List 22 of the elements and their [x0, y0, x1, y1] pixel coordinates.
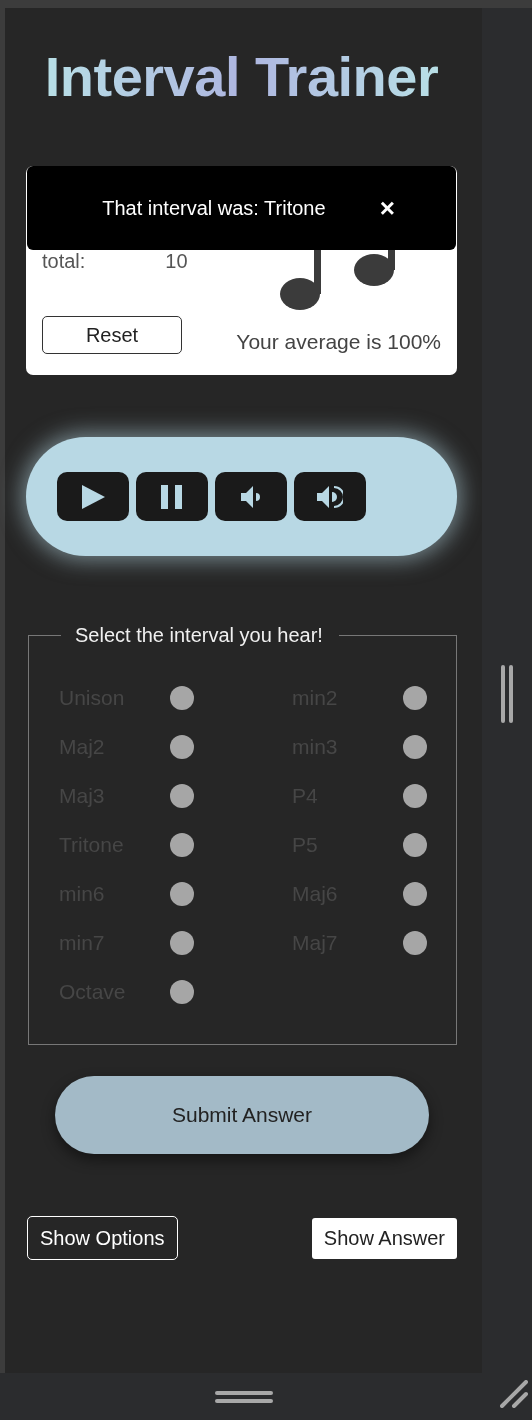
total-label: total: — [42, 250, 86, 273]
submit-button[interactable]: Submit Answer — [55, 1076, 429, 1154]
show-answer-button[interactable]: Show Answer — [311, 1217, 457, 1259]
volume-low-icon — [241, 485, 261, 508]
reset-button[interactable]: Reset — [42, 316, 182, 354]
volume-up-button[interactable] — [294, 472, 366, 521]
drag-handle-icon[interactable] — [500, 665, 514, 723]
music-notes-icon — [279, 250, 398, 310]
close-button[interactable]: × — [379, 192, 395, 224]
pause-button[interactable] — [136, 472, 208, 521]
volume-down-button[interactable] — [215, 472, 287, 521]
play-icon — [81, 484, 105, 509]
total-value: 10 — [165, 250, 188, 273]
resize-grip-icon[interactable] — [500, 1380, 528, 1408]
pause-icon — [161, 484, 183, 509]
drag-handle-icon[interactable] — [215, 1389, 273, 1404]
group-legend: Select the interval you hear! — [61, 624, 339, 647]
play-button[interactable] — [57, 472, 129, 521]
toast-message: That interval was: Tritone — [102, 196, 326, 220]
average-text: Your average is 100% — [236, 330, 441, 354]
volume-high-icon — [317, 483, 343, 510]
show-options-button[interactable]: Show Options — [27, 1216, 178, 1260]
